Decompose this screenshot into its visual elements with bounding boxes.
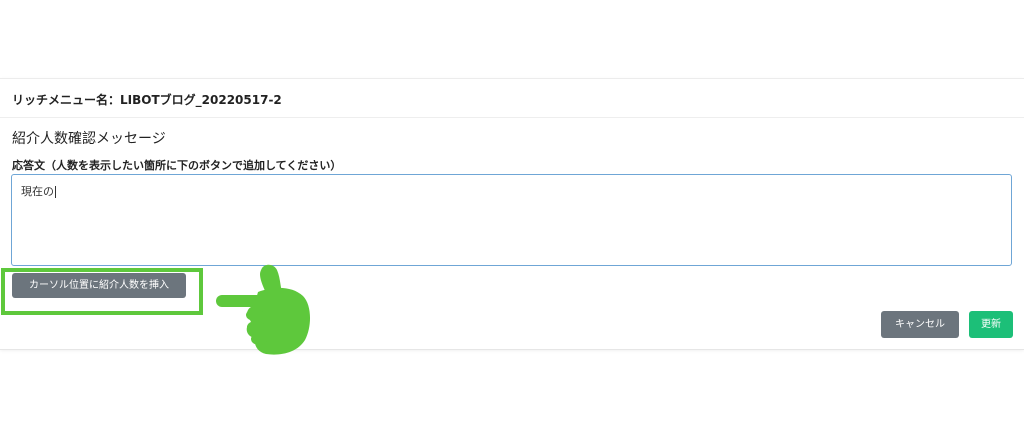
- insert-referral-count-button[interactable]: カーソル位置に紹介人数を挿入: [12, 273, 186, 298]
- modal-title: リッチメニュー名：LIBOTブログ_20220517-2: [12, 93, 282, 107]
- response-text-label: 応答文（人数を表示したい箇所に下のボタンで追加してください）: [12, 159, 342, 172]
- section-title: 紹介人数確認メッセージ: [12, 131, 166, 147]
- response-textarea[interactable]: 現在の: [11, 174, 1012, 266]
- text-cursor: [55, 186, 56, 198]
- rich-menu-modal: リッチメニュー名：LIBOTブログ_20220517-2 紹介人数確認メッセージ…: [0, 78, 1024, 350]
- modal-header: リッチメニュー名：LIBOTブログ_20220517-2: [0, 79, 1024, 118]
- response-textarea-value: 現在の: [21, 185, 54, 198]
- update-button[interactable]: 更新: [969, 311, 1013, 338]
- pointing-hand-icon: [216, 264, 311, 355]
- cancel-button[interactable]: キャンセル: [881, 311, 959, 338]
